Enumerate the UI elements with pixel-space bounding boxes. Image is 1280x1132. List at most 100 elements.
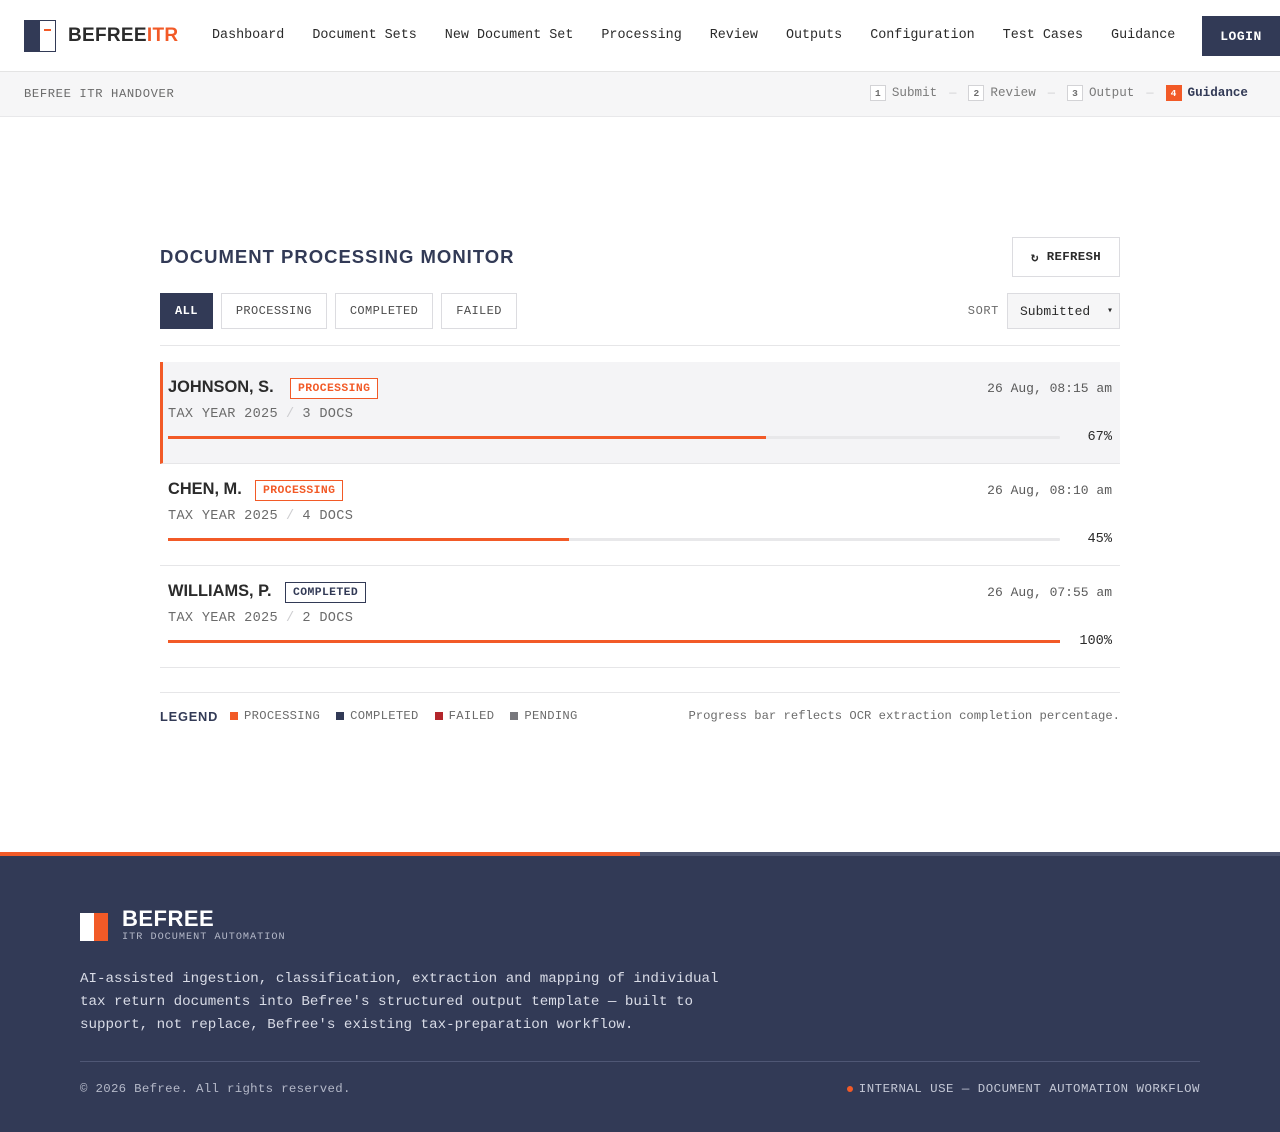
- client-name: CHEN, M.: [168, 480, 242, 498]
- status-badge: PROCESSING: [255, 480, 344, 501]
- status-dot-icon: [846, 1086, 853, 1092]
- progress-percent: 67%: [1087, 430, 1112, 445]
- legend-label: FAILED: [448, 709, 495, 723]
- step-separator: —: [949, 86, 957, 100]
- status-badge: COMPLETED: [285, 582, 367, 603]
- sort-control: SORT Submitted ▾: [968, 293, 1120, 329]
- refresh-label: REFRESH: [1046, 250, 1101, 264]
- legend-swatch: [434, 712, 443, 720]
- refresh-button[interactable]: ↻ REFRESH: [1012, 237, 1120, 277]
- footer-logo-icon: [80, 913, 108, 941]
- row-meta: TAX YEAR 2025 / 4 DOCS: [168, 509, 353, 524]
- nav-test-cases[interactable]: Test Cases: [1003, 28, 1083, 44]
- meta-separator: /: [285, 407, 295, 422]
- submitted-date: 26 Aug, 08:10 am: [987, 483, 1112, 498]
- step-label: Output: [1088, 86, 1135, 100]
- step-number: 3: [1066, 85, 1083, 101]
- submitted-date: 26 Aug, 07:55 am: [987, 585, 1112, 600]
- filter-completed[interactable]: COMPLETED: [334, 293, 434, 329]
- footer-copyright: © 2026 Befree. All rights reserved.: [80, 1082, 351, 1096]
- progress-percent: 45%: [1087, 532, 1112, 547]
- legend-label: PROCESSING: [244, 709, 321, 723]
- legend-label: COMPLETED: [350, 709, 419, 723]
- list-item[interactable]: CHEN, M. PROCESSING 26 Aug, 08:10 am TAX…: [160, 464, 1120, 566]
- brand-name[interactable]: BEFREEITR: [68, 24, 178, 48]
- progress-bar: [168, 538, 1060, 541]
- tax-year: TAX YEAR 2025: [168, 509, 278, 524]
- legend-swatch: [510, 712, 519, 720]
- submitted-date: 26 Aug, 08:15 am: [987, 381, 1112, 396]
- step-label: Review: [990, 86, 1036, 100]
- step-number: 1: [869, 85, 886, 101]
- progress-fill: [168, 436, 766, 439]
- meta-separator: /: [285, 509, 295, 524]
- step-output[interactable]: 3 Output: [1066, 85, 1135, 101]
- legend-label: PENDING: [524, 709, 578, 723]
- tax-year: TAX YEAR 2025: [168, 407, 278, 422]
- step-review[interactable]: 2 Review: [968, 85, 1036, 101]
- step-number: 4: [1165, 85, 1182, 101]
- row-meta: TAX YEAR 2025 / 2 DOCS: [168, 611, 353, 626]
- nav-review[interactable]: Review: [710, 28, 758, 44]
- list-item[interactable]: JOHNSON, S. PROCESSING 26 Aug, 08:15 am …: [160, 362, 1120, 464]
- footer: BEFREE ITR DOCUMENT AUTOMATION AI-assist…: [0, 856, 1280, 1132]
- filter-all[interactable]: ALL: [160, 293, 213, 329]
- sub-header: BEFREE ITR HANDOVER 1 Submit — 2 Review …: [0, 72, 1280, 117]
- divider: [160, 345, 1120, 346]
- page-title: DOCUMENT PROCESSING MONITOR: [160, 246, 515, 267]
- footer-internal-label: INTERNAL USE — DOCUMENT AUTOMATION WORKF…: [858, 1082, 1200, 1096]
- sort-label: SORT: [967, 304, 999, 318]
- logo-icon[interactable]: [24, 20, 56, 52]
- handover-label: BEFREE ITR HANDOVER: [24, 87, 175, 101]
- status-badge: PROCESSING: [290, 378, 379, 399]
- filter-processing[interactable]: PROCESSING: [220, 293, 327, 329]
- refresh-icon: ↻: [1031, 251, 1039, 265]
- client-name: WILLIAMS, P.: [168, 582, 272, 600]
- nav-guidance[interactable]: Guidance: [1111, 28, 1175, 44]
- status-filters: ALL PROCESSING COMPLETED FAILED: [160, 293, 517, 329]
- nav-dashboard[interactable]: Dashboard: [212, 28, 284, 44]
- nav-processing[interactable]: Processing: [601, 28, 681, 44]
- top-nav: BEFREEITR Dashboard Document Sets New Do…: [0, 0, 1280, 72]
- workflow-steps: 1 Submit — 2 Review — 3 Output — 4 Guida…: [869, 85, 1248, 101]
- legend-title: LEGEND: [160, 709, 219, 724]
- legend-item: PROCESSING: [230, 709, 320, 723]
- footer-divider: [80, 1061, 1200, 1062]
- doc-count: 3 DOCS: [302, 407, 354, 422]
- footer-internal: INTERNAL USE — DOCUMENT AUTOMATION WORKF…: [846, 1082, 1200, 1096]
- chevron-down-icon: ▾: [1106, 306, 1113, 317]
- step-number: 2: [968, 85, 985, 101]
- step-submit[interactable]: 1 Submit: [869, 85, 937, 101]
- progress-percent: 100%: [1079, 634, 1112, 649]
- step-guidance[interactable]: 4 Guidance: [1165, 85, 1248, 101]
- sort-value: Submitted: [1020, 303, 1091, 319]
- nav-new-document-set[interactable]: New Document Set: [445, 28, 574, 44]
- legend-swatch: [336, 712, 345, 720]
- progress-fill: [168, 538, 570, 541]
- progress-bar: [168, 436, 1060, 439]
- footer-subtitle: ITR DOCUMENT AUTOMATION: [122, 932, 286, 943]
- meta-separator: /: [285, 611, 295, 626]
- step-separator: —: [1146, 86, 1154, 100]
- legend: LEGEND PROCESSING COMPLETED FAILED PENDI…: [160, 692, 1120, 732]
- step-separator: —: [1047, 86, 1055, 100]
- tax-year: TAX YEAR 2025: [168, 611, 278, 626]
- sort-select[interactable]: Submitted ▾: [1007, 293, 1120, 329]
- legend-item: PENDING: [510, 709, 577, 723]
- nav-configuration[interactable]: Configuration: [870, 28, 974, 44]
- document-set-list: JOHNSON, S. PROCESSING 26 Aug, 08:15 am …: [160, 362, 1120, 668]
- nav-links: Dashboard Document Sets New Document Set…: [212, 28, 1175, 44]
- legend-item: FAILED: [434, 709, 495, 723]
- list-item[interactable]: WILLIAMS, P. COMPLETED 26 Aug, 07:55 am …: [160, 566, 1120, 668]
- legend-note: Progress bar reflects OCR extraction com…: [688, 709, 1120, 723]
- nav-document-sets[interactable]: Document Sets: [312, 28, 416, 44]
- row-meta: TAX YEAR 2025 / 3 DOCS: [168, 407, 353, 422]
- progress-fill: [168, 640, 1060, 643]
- doc-count: 2 DOCS: [302, 611, 354, 626]
- footer-brand: BEFREE: [122, 906, 215, 931]
- login-button[interactable]: LOGIN: [1202, 16, 1280, 56]
- nav-outputs[interactable]: Outputs: [786, 28, 842, 44]
- legend-item: COMPLETED: [336, 709, 419, 723]
- progress-bar: [168, 640, 1060, 643]
- filter-failed[interactable]: FAILED: [441, 293, 517, 329]
